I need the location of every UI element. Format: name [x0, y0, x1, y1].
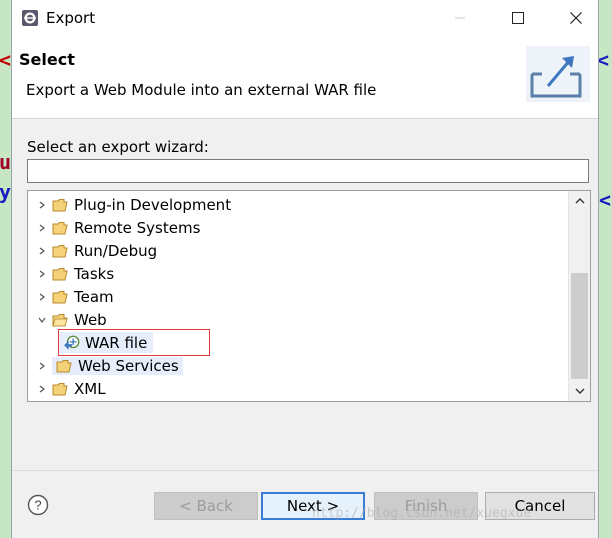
chevron-right-icon[interactable] — [32, 193, 52, 216]
page-description: Export a Web Module into an external WAR… — [26, 81, 377, 99]
chevron-right-icon[interactable] — [32, 285, 52, 308]
window-title: Export — [46, 9, 96, 27]
watermark-text: http://blog.csdn.net/xuegxue — [312, 506, 532, 521]
minimize-icon — [455, 17, 465, 19]
tree-item-label: Web — [74, 310, 107, 329]
wizard-banner: Select Export a Web Module into an exter… — [12, 36, 598, 119]
open-folder-icon — [52, 313, 68, 326]
export-wizard-tree[interactable]: Plug-in Development Remote Systems Run/D… — [27, 190, 591, 402]
tree-item-web[interactable]: Web — [28, 308, 107, 331]
folder-icon — [52, 244, 68, 257]
footer-divider — [12, 470, 598, 471]
maximize-button[interactable] — [503, 5, 533, 31]
chevron-down-icon[interactable] — [32, 308, 52, 331]
folder-icon — [52, 382, 68, 395]
tree-vertical-scrollbar[interactable] — [568, 191, 590, 401]
wizard-filter-input[interactable] — [27, 159, 589, 183]
chevron-right-icon[interactable] — [32, 216, 52, 239]
folder-icon — [52, 267, 68, 280]
folder-icon — [52, 198, 68, 211]
maximize-icon — [512, 12, 524, 24]
tree-item-web-services[interactable]: Web Services — [28, 354, 183, 377]
folder-icon — [52, 290, 68, 303]
tree-item-label: Plug-in Development — [74, 195, 232, 214]
tree-item-plugin-development[interactable]: Plug-in Development — [28, 193, 231, 216]
chevron-right-icon[interactable] — [32, 262, 52, 285]
svg-text:?: ? — [34, 498, 41, 513]
page-title: Select — [19, 50, 75, 69]
help-icon[interactable]: ? — [27, 494, 49, 516]
war-file-icon — [64, 335, 80, 350]
tree-item-label: Team — [74, 287, 114, 306]
export-wizard-label: Select an export wizard: — [27, 138, 209, 156]
scroll-down-button[interactable] — [569, 381, 590, 401]
tree-item-label: Tasks — [74, 264, 115, 283]
export-dialog: Export Select Export a Web Module into a… — [11, 0, 599, 538]
tree-item-tasks[interactable]: Tasks — [28, 262, 114, 285]
scroll-up-button[interactable] — [569, 191, 590, 211]
tree-item-label: WAR file — [85, 333, 148, 352]
minimize-button[interactable] — [445, 5, 475, 31]
tree-item-label: XML — [74, 379, 106, 398]
back-button[interactable]: < Back — [154, 492, 258, 520]
tree-item-label: Web Services — [78, 356, 179, 375]
tree-item-team[interactable]: Team — [28, 285, 114, 308]
background-glyph: y — [0, 180, 12, 204]
tree-item-label: Run/Debug — [74, 241, 158, 260]
chevron-right-icon[interactable] — [32, 377, 52, 400]
chevron-right-icon[interactable] — [32, 239, 52, 262]
chevron-down-icon — [575, 388, 584, 394]
tree-item-war-file[interactable]: WAR file — [58, 329, 210, 356]
tree-item-xml[interactable]: XML — [28, 377, 106, 400]
folder-icon — [56, 359, 72, 372]
title-bar[interactable]: Export — [12, 0, 598, 36]
background-glyph: < — [599, 188, 612, 212]
scroll-thumb[interactable] — [571, 273, 588, 379]
close-button[interactable] — [561, 5, 591, 31]
close-icon — [570, 12, 582, 24]
background-window-right — [598, 0, 612, 538]
background-glyph: < — [0, 48, 12, 72]
chevron-up-icon — [575, 198, 584, 204]
eclipse-app-icon — [22, 10, 38, 26]
export-wizard-icon — [526, 46, 590, 102]
tree-item-run-debug[interactable]: Run/Debug — [28, 239, 157, 262]
chevron-right-icon[interactable] — [32, 354, 52, 377]
tree-item-remote-systems[interactable]: Remote Systems — [28, 216, 200, 239]
background-glyph: u — [0, 150, 12, 174]
tree-item-label: Remote Systems — [74, 218, 201, 237]
folder-icon — [52, 221, 68, 234]
